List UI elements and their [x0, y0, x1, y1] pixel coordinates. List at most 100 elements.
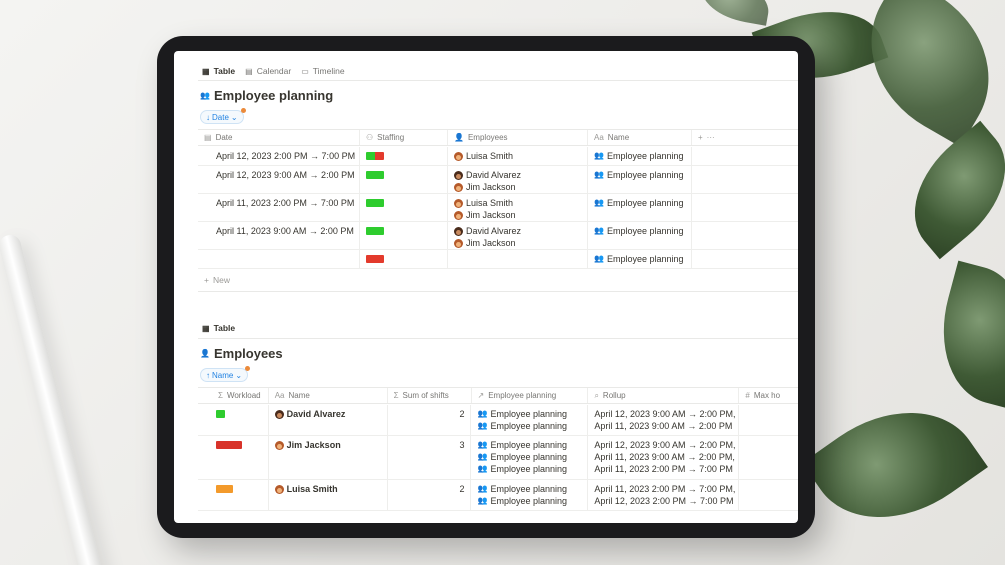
table-row[interactable]: April 11, 2023 2:00 PM → 7:00 PM Luisa S…: [198, 194, 798, 222]
sum-cell[interactable]: 2: [388, 480, 472, 510]
name-cell[interactable]: 👥 Employee planning: [588, 166, 692, 193]
employees-cell[interactable]: David Alvarez Jim Jackson: [448, 166, 588, 193]
table-row[interactable]: Jim Jackson 3 👥 Employee planning 👥 Employ…: [198, 436, 798, 480]
date-cell[interactable]: April 12, 2023 2:00 PM → 7:00 PM: [198, 147, 360, 165]
column-header-rollup[interactable]: ⌕ Rollup: [588, 388, 740, 403]
avatar: [274, 440, 284, 450]
table-row[interactable]: David Alvarez 2 👥 Employee planning 👥 Empl…: [198, 405, 798, 436]
date-cell[interactable]: [198, 250, 360, 268]
tab-timeline[interactable]: ▭ Timeline: [301, 63, 344, 79]
planning-cell[interactable]: 👥 Employee planning 👥 Employee planning: [471, 405, 589, 435]
number-icon: #: [745, 391, 750, 400]
view-tabs: ▦ Table ▤ Calendar ▭ Timeline: [202, 63, 345, 79]
people-icon: 👥: [594, 254, 604, 263]
table-header: ▤ Date ⚇ Staffing 👤 Employees Aa Name + …: [198, 129, 798, 146]
staffing-cell[interactable]: [360, 222, 448, 249]
column-header-workload[interactable]: Σ Workload: [198, 388, 269, 403]
plant-leaf: [924, 260, 1005, 410]
table-row[interactable]: Luisa Smith 2 👥 Employee planning 👥 Employ…: [198, 480, 798, 511]
plus-icon: +: [204, 275, 209, 285]
people-icon: 👥: [477, 409, 488, 418]
employees-cell[interactable]: Luisa Smith Jim Jackson: [448, 194, 588, 221]
table-row[interactable]: 👥 Employee planning: [198, 250, 798, 269]
sort-chip[interactable]: ↑ Name ⌄: [200, 366, 251, 382]
database-title[interactable]: 👥 Employee planning: [200, 88, 333, 103]
people-icon: 👥: [477, 464, 488, 473]
tab-label: Calendar: [256, 66, 292, 76]
staffing-cell[interactable]: [360, 147, 448, 165]
calendar-icon: ▤: [204, 133, 212, 142]
staffing-cell[interactable]: [360, 250, 448, 268]
staffing-cell[interactable]: [360, 166, 448, 193]
name-cell[interactable]: 👥 Employee planning: [588, 222, 692, 249]
workload-cell[interactable]: [198, 436, 269, 479]
plant-leaf: [888, 120, 1005, 260]
arrow-down-icon: ↓: [206, 112, 210, 122]
name-cell[interactable]: Jim Jackson: [269, 436, 388, 479]
date-cell[interactable]: April 12, 2023 9:00 AM → 2:00 PM: [198, 166, 360, 193]
name-cell[interactable]: 👥 Employee planning: [588, 194, 692, 221]
max-hours-cell[interactable]: [739, 436, 798, 479]
sort-chip[interactable]: ↓ Date ⌄: [200, 108, 246, 124]
plus-icon[interactable]: +: [698, 133, 703, 142]
column-header-name[interactable]: Aa Name: [588, 130, 692, 145]
avatar: [454, 198, 463, 208]
table-row[interactable]: April 12, 2023 9:00 AM → 2:00 PM David A…: [198, 166, 798, 194]
more-icon[interactable]: ···: [707, 133, 715, 142]
column-header-date[interactable]: ▤ Date: [198, 130, 360, 145]
new-row-button[interactable]: + New: [204, 275, 230, 285]
max-hours-cell[interactable]: [739, 480, 798, 510]
staffing-indicator: [366, 255, 384, 263]
tab-table[interactable]: ▦ Table: [202, 63, 235, 79]
workload-indicator: [216, 410, 225, 418]
tab-calendar[interactable]: ▤ Calendar: [245, 63, 291, 79]
date-cell[interactable]: April 11, 2023 2:00 PM → 7:00 PM: [198, 194, 360, 221]
avatar: [454, 182, 463, 192]
planning-cell[interactable]: 👥 Employee planning 👥 Employee planning: [471, 480, 589, 510]
table-row[interactable]: April 12, 2023 2:00 PM → 7:00 PM Luisa S…: [198, 147, 798, 166]
calendar-icon: ▤: [245, 66, 253, 76]
stylus-pencil: [0, 232, 106, 565]
column-actions: + ···: [692, 130, 732, 145]
notion-screen: ▦ Table ▤ Calendar ▭ Timeline 👥 Employee…: [174, 51, 798, 523]
search-icon: ⌕: [594, 390, 599, 400]
max-hours-cell[interactable]: [739, 405, 798, 435]
avatar: [274, 409, 284, 419]
divider: [198, 291, 798, 292]
planning-cell[interactable]: 👥 Employee planning 👥 Employee planning 👥 E…: [471, 436, 589, 479]
column-header-name[interactable]: Aa Name: [269, 388, 388, 403]
rollup-cell[interactable]: April 12, 2023 9:00 AM → 2:00 PM, April …: [588, 436, 740, 479]
sum-cell[interactable]: 3: [388, 436, 472, 479]
rollup-cell[interactable]: April 11, 2023 2:00 PM → 7:00 PM, April …: [588, 480, 740, 510]
employees-cell[interactable]: Luisa Smith: [448, 147, 588, 165]
name-cell[interactable]: 👥 Employee planning: [588, 250, 692, 268]
tablet-device: ▦ Table ▤ Calendar ▭ Timeline 👥 Employee…: [157, 36, 815, 538]
column-header-sum-of-shifts[interactable]: Σ Sum of shifts: [388, 388, 472, 403]
column-header-employee-planning[interactable]: ↗ Employee planning: [472, 388, 589, 403]
avatar: [454, 238, 463, 248]
avatar: [454, 210, 463, 220]
database-title[interactable]: 👤 Employees: [200, 346, 283, 361]
plant-leaf: [802, 376, 988, 554]
rollup-cell[interactable]: April 12, 2023 9:00 AM → 2:00 PM, April …: [588, 405, 740, 435]
workload-cell[interactable]: [198, 405, 269, 435]
people-icon: 👥: [200, 91, 210, 100]
name-cell[interactable]: David Alvarez: [269, 405, 388, 435]
person-icon: 👤: [200, 349, 210, 358]
employees-cell[interactable]: [448, 250, 588, 268]
column-header-max-hours[interactable]: # Max ho: [739, 388, 798, 403]
date-cell[interactable]: April 11, 2023 9:00 AM → 2:00 PM: [198, 222, 360, 249]
table-row[interactable]: April 11, 2023 9:00 AM → 2:00 PM David A…: [198, 222, 798, 250]
column-header-employees[interactable]: 👤 Employees: [448, 130, 588, 145]
staffing-cell[interactable]: [360, 194, 448, 221]
people-icon: 👥: [594, 198, 604, 207]
relation-arrow-icon: ↗: [477, 391, 485, 400]
name-cell[interactable]: 👥 Employee planning: [588, 147, 692, 165]
employees-cell[interactable]: David Alvarez Jim Jackson: [448, 222, 588, 249]
avatar: [454, 226, 463, 236]
sum-cell[interactable]: 2: [388, 405, 472, 435]
workload-cell[interactable]: [198, 480, 269, 510]
tab-table[interactable]: ▦ Table: [202, 320, 235, 336]
name-cell[interactable]: Luisa Smith: [269, 480, 388, 510]
column-header-staffing[interactable]: ⚇ Staffing: [360, 130, 448, 145]
